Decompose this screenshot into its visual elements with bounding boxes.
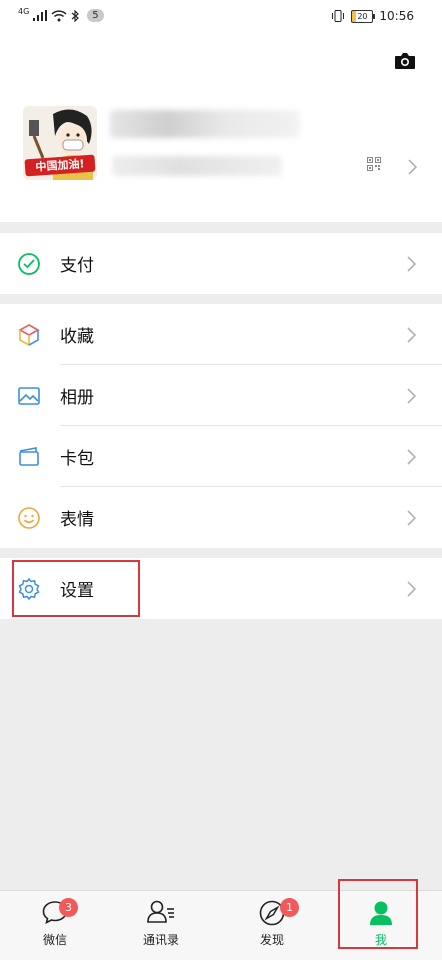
battery-icon: 20 bbox=[351, 9, 376, 23]
settings-highlight-box bbox=[12, 560, 140, 617]
menu-item-stickers[interactable]: 表情 bbox=[0, 487, 442, 548]
menu-item-cards[interactable]: 卡包 bbox=[0, 426, 442, 487]
unread-badge: 3 bbox=[59, 898, 78, 917]
menu-group-main: 收藏 相册 卡包 表情 bbox=[0, 304, 442, 548]
notification-count-badge: 5 bbox=[87, 9, 104, 22]
album-image-icon bbox=[18, 386, 40, 405]
status-bar: 4G 5 20 10:56 bbox=[0, 0, 442, 36]
menu-item-pay[interactable]: 支付 bbox=[0, 233, 442, 294]
chevron-right-icon bbox=[407, 255, 416, 272]
favorites-cube-icon bbox=[18, 323, 40, 346]
discover-badge: 1 bbox=[280, 898, 299, 917]
qr-code-icon[interactable] bbox=[367, 157, 381, 171]
chevron-right-icon bbox=[407, 580, 416, 597]
menu-item-favorites[interactable]: 收藏 bbox=[0, 304, 442, 365]
contacts-icon bbox=[147, 900, 174, 923]
camera-icon[interactable] bbox=[394, 52, 416, 70]
menu-label-album: 相册 bbox=[60, 388, 94, 408]
vibrate-icon bbox=[332, 10, 345, 22]
avatar[interactable]: 中国加油! bbox=[23, 106, 97, 180]
profile-id-blurred bbox=[112, 156, 282, 176]
menu-item-album[interactable]: 相册 bbox=[0, 365, 442, 426]
tab-discover[interactable]: 1 发现 bbox=[217, 891, 327, 960]
chevron-right-icon bbox=[407, 509, 416, 526]
tab-label-chats: 微信 bbox=[42, 933, 67, 947]
chevron-right-icon bbox=[407, 387, 416, 404]
signal-icon bbox=[33, 10, 48, 21]
network-type: 4G bbox=[18, 7, 30, 16]
wallet-check-icon bbox=[18, 252, 40, 275]
profile-header[interactable]: 中国加油! bbox=[0, 36, 442, 222]
smiley-icon bbox=[18, 506, 40, 529]
clock: 10:56 bbox=[379, 9, 414, 23]
tab-label-contacts: 通讯录 bbox=[142, 933, 179, 947]
status-left: 4G 5 bbox=[18, 7, 104, 22]
chevron-right-icon bbox=[407, 326, 416, 343]
bluetooth-icon bbox=[71, 9, 80, 22]
profile-name-blurred bbox=[110, 110, 300, 138]
menu-label-cards: 卡包 bbox=[60, 449, 94, 469]
tab-label-discover: 发现 bbox=[259, 933, 284, 947]
me-tab-highlight-box bbox=[338, 879, 418, 949]
card-wallet-icon bbox=[19, 446, 39, 466]
menu-label-pay: 支付 bbox=[60, 256, 94, 276]
wifi-icon bbox=[51, 9, 67, 21]
tab-chats[interactable]: 3 微信 bbox=[0, 891, 110, 960]
battery-level: 20 bbox=[357, 11, 368, 21]
status-right: 20 10:56 bbox=[331, 9, 414, 23]
menu-group-pay: 支付 bbox=[0, 233, 442, 294]
chevron-right-icon bbox=[407, 448, 416, 465]
chevron-right-icon[interactable] bbox=[408, 159, 417, 175]
menu-label-favorites: 收藏 bbox=[60, 327, 94, 347]
menu-label-stickers: 表情 bbox=[60, 510, 94, 530]
tab-contacts[interactable]: 通讯录 bbox=[106, 891, 216, 960]
